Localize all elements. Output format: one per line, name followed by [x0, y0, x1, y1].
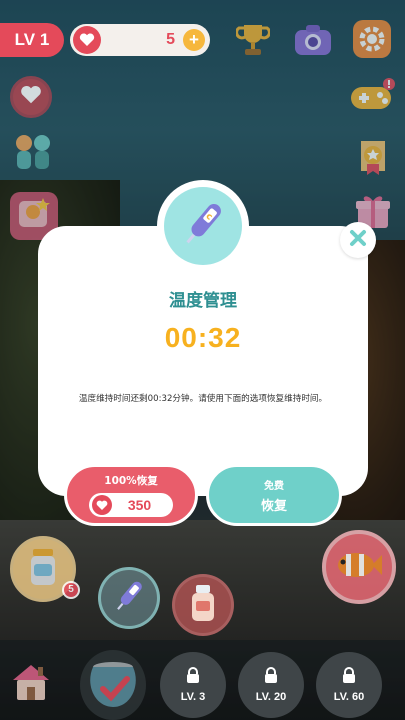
close-button[interactable]: [340, 222, 376, 258]
level-badge: LV 1: [0, 23, 64, 57]
lock-icon: [186, 667, 200, 687]
free-restore-button[interactable]: 免费 恢复: [206, 464, 342, 526]
house-icon: [9, 660, 53, 708]
heart-icon: [20, 85, 42, 109]
gear-icon[interactable]: [352, 19, 392, 59]
spray-bottle-icon: [188, 583, 218, 627]
thermometer-item[interactable]: [98, 567, 160, 629]
paid-restore-label: 100%恢复: [104, 475, 158, 487]
camera-icon[interactable]: [293, 20, 333, 60]
album-icon: [16, 196, 52, 236]
dialog-timer: 00:32: [164, 322, 242, 353]
lock-icon: [342, 667, 356, 687]
fish-shop-slot[interactable]: [322, 530, 396, 604]
paid-restore-button[interactable]: 100%恢复 350: [64, 464, 198, 526]
heart-icon: [73, 26, 101, 54]
nav-home[interactable]: [4, 654, 58, 714]
dialog-title: 温度管理: [169, 291, 237, 311]
close-icon: [349, 229, 367, 251]
minigame-button[interactable]: [348, 78, 398, 118]
hearts-bar[interactable]: 5 +: [70, 24, 210, 56]
nav-locked-label: LV. 60: [333, 691, 365, 703]
heart-icon: [92, 495, 112, 515]
thermometer-icon: [109, 576, 149, 620]
cleaner-item[interactable]: [172, 574, 234, 636]
feed-count-badge: 5: [62, 581, 80, 599]
nav-fishbowl[interactable]: [80, 650, 146, 720]
trophy-icon[interactable]: [233, 20, 273, 60]
fish-food-icon: [28, 547, 58, 591]
achievements-button[interactable]: [350, 136, 396, 182]
nav-locked-slot-2[interactable]: LV. 20: [238, 652, 304, 718]
friends-button[interactable]: [8, 134, 58, 178]
price-value: 350: [127, 497, 152, 513]
dialog-icon-badge: c: [157, 180, 249, 272]
thermometer-icon: c: [175, 196, 231, 256]
level-text: LV 1: [14, 30, 50, 49]
nav-locked-slot-1[interactable]: LV. 3: [160, 652, 226, 718]
free-restore-line1: 免费: [264, 480, 284, 492]
hearts-count: 5: [166, 31, 175, 48]
nav-locked-slot-3[interactable]: LV. 60: [316, 652, 382, 718]
fishbowl-icon: [85, 655, 141, 715]
nav-locked-label: LV. 20: [255, 691, 287, 703]
lock-icon: [264, 667, 278, 687]
dialog-description: 温度维持时间还剩00:32分钟。请使用下面的选项恢复维持时间。: [78, 394, 328, 404]
friends-icon: [10, 133, 56, 179]
clownfish-icon: [334, 548, 384, 586]
paid-restore-price: 350: [89, 493, 173, 517]
free-restore-line2: 恢复: [260, 498, 287, 514]
gamepad-icon: [349, 77, 397, 119]
add-hearts-button[interactable]: +: [183, 29, 205, 51]
medal-icon: [353, 135, 393, 183]
nav-locked-label: LV. 3: [180, 691, 206, 703]
favorite-button[interactable]: [10, 76, 52, 118]
